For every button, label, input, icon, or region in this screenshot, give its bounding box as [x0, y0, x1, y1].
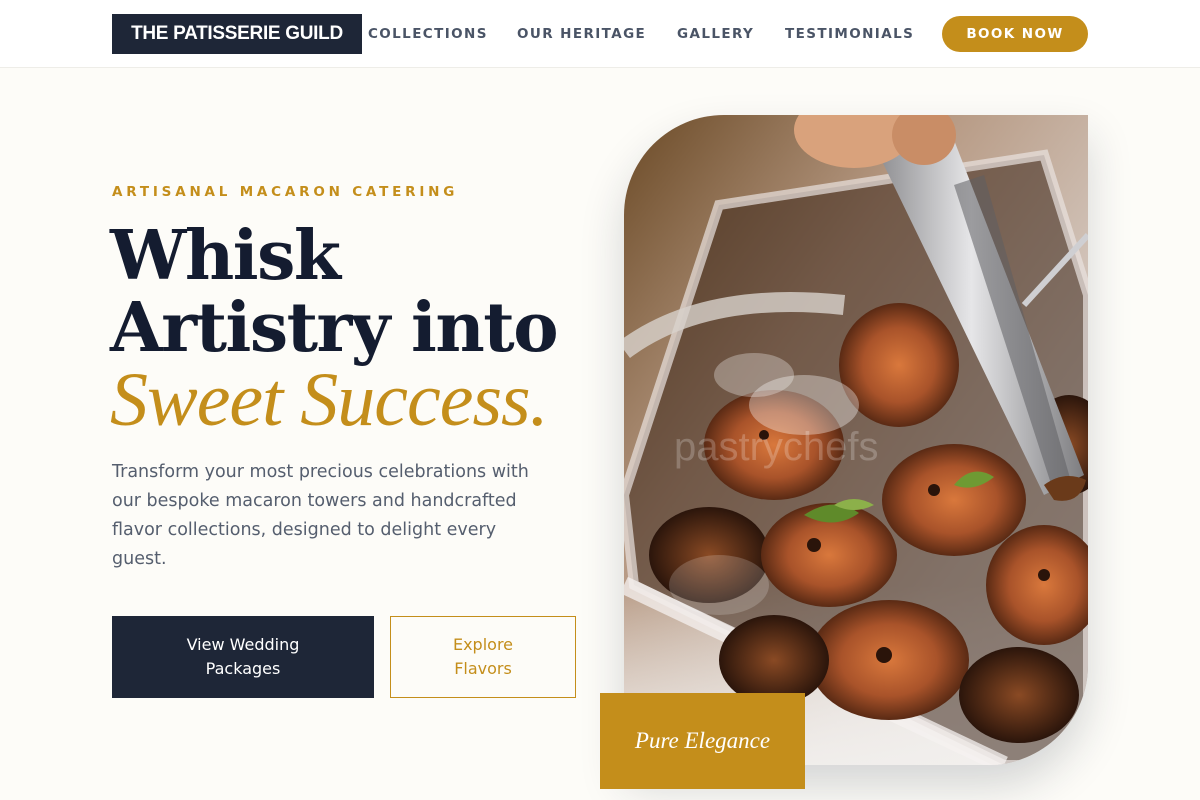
nav-link-our-heritage[interactable]: OUR HERITAGE	[517, 0, 646, 68]
nav-link-gallery[interactable]: GALLERY	[677, 0, 754, 68]
hero-food-photo: pastrychefs	[624, 115, 1088, 765]
view-wedding-packages-button[interactable]: View Wedding Packages	[112, 616, 374, 698]
hero-description: Transform your most precious celebration…	[112, 462, 529, 569]
image-watermark: pastrychefs	[674, 425, 879, 469]
nav-link-testimonials[interactable]: TESTIMONIALS	[785, 0, 914, 68]
headline-line-2: Artistry into	[110, 288, 559, 368]
headline-accent: Sweet Success.	[110, 358, 549, 442]
site-logo[interactable]: THE PATISSERIE GUILD	[112, 14, 362, 54]
explore-flavors-button[interactable]: Explore Flavors	[390, 616, 576, 698]
pure-elegance-badge: Pure Elegance	[600, 693, 805, 789]
nav-link-collections[interactable]: COLLECTIONS	[368, 0, 488, 68]
headline-line-1: Whisk	[110, 216, 341, 296]
book-now-button[interactable]: BOOK NOW	[942, 16, 1088, 52]
site-header: THE PATISSERIE GUILD COLLECTIONS OUR HER…	[0, 0, 1200, 68]
hero-eyebrow: ARTISANAL MACARON CATERING	[112, 184, 459, 200]
hero-headline: Whisk Artistry into Sweet Success.	[110, 216, 590, 442]
